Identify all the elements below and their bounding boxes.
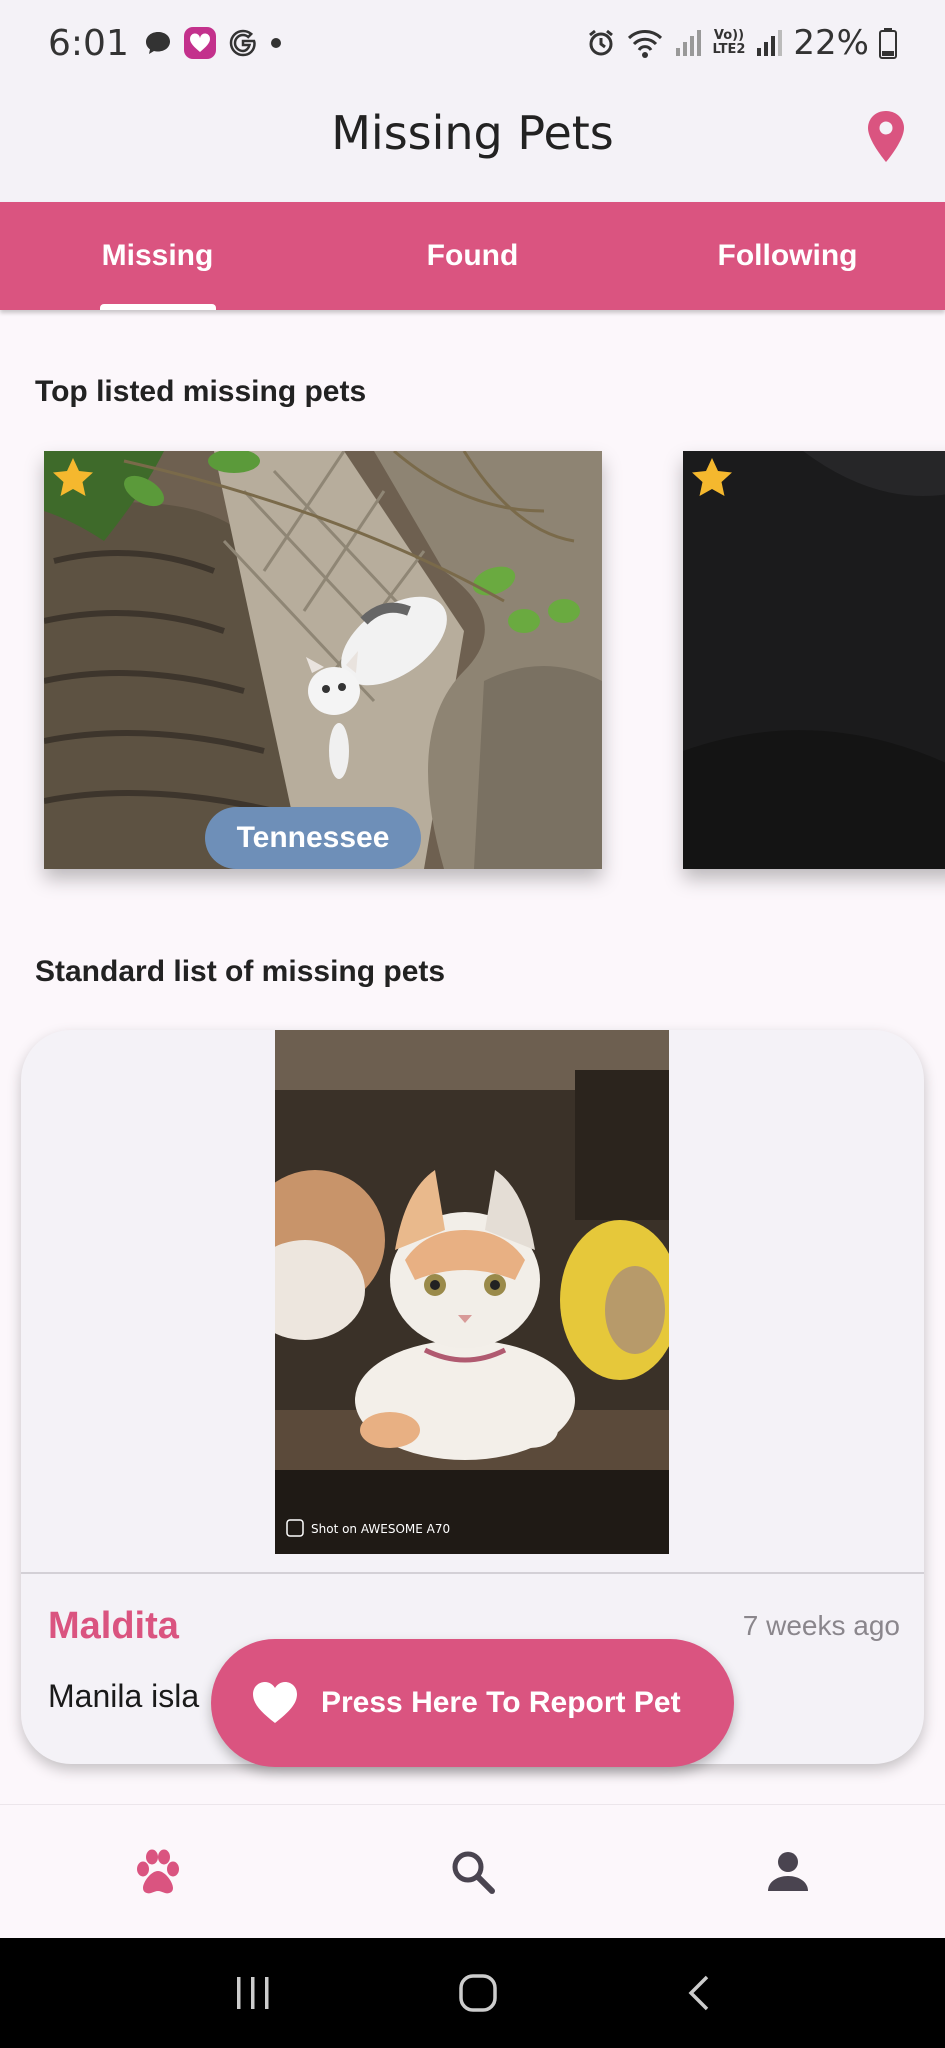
profile-icon <box>767 1851 808 1891</box>
page-title: Missing Pets <box>331 106 614 160</box>
tab-bar: Missing Found Following <box>0 202 945 310</box>
report-pet-label: Press Here To Report Pet <box>321 1686 681 1719</box>
dot-icon <box>270 38 281 48</box>
top-listed-heading: Top listed missing pets <box>35 375 367 408</box>
nav-search[interactable] <box>315 1805 630 1938</box>
search-icon <box>452 1851 495 1894</box>
top-pet-card[interactable]: Tennessee <box>44 451 602 869</box>
report-pet-button[interactable]: Press Here To Report Pet <box>211 1639 734 1767</box>
status-time: 6:01 <box>48 22 129 64</box>
tab-found[interactable]: Found <box>315 202 630 310</box>
home-icon[interactable] <box>458 1973 498 2013</box>
recent-apps-icon[interactable] <box>233 1975 273 2011</box>
alarm-icon <box>589 29 614 56</box>
signal-icon <box>676 30 702 56</box>
paw-icon <box>136 1849 179 1893</box>
location-chip: Tennessee <box>205 807 421 869</box>
pet-photo: Shot on AWESOME A70 <box>275 1030 669 1554</box>
pet-photo-image: Shot on AWESOME A70 <box>275 1030 669 1554</box>
lazada-icon <box>183 27 216 59</box>
signal-icon <box>757 30 783 56</box>
chat-icon <box>145 32 170 54</box>
battery-icon <box>879 28 897 59</box>
app-bar: Missing Pets <box>0 86 945 202</box>
photo-watermark: Shot on AWESOME A70 <box>311 1522 450 1536</box>
pet-time-ago: 7 weeks ago <box>742 1610 900 1641</box>
pet-location: Manila isla <box>48 1678 200 1714</box>
nav-pets[interactable] <box>0 1805 315 1938</box>
tab-following[interactable]: Following <box>630 202 945 310</box>
status-left-icons <box>143 26 283 60</box>
standard-list-heading: Standard list of missing pets <box>35 955 446 988</box>
location-pin-icon <box>868 111 904 162</box>
tab-missing[interactable]: Missing <box>0 202 315 310</box>
nav-profile[interactable] <box>630 1805 945 1938</box>
star-icon <box>692 458 732 496</box>
back-icon[interactable] <box>683 1973 713 2013</box>
status-bar: 6:01 Vo)) LTE2 22% <box>0 0 945 86</box>
heart-icon <box>253 1682 297 1723</box>
system-nav-bar <box>0 1938 945 2048</box>
battery-percent: 22% <box>793 23 869 63</box>
google-icon <box>229 29 256 57</box>
network-label: LTE2 <box>712 42 746 57</box>
star-icon <box>53 458 93 496</box>
pet-photo <box>683 451 945 869</box>
pet-name: Maldita <box>48 1605 179 1647</box>
top-pet-card[interactable] <box>683 451 945 869</box>
bottom-nav <box>0 1804 945 1938</box>
volte-icon: Vo)) LTE2 <box>712 28 746 57</box>
card-divider <box>21 1572 924 1574</box>
status-right-icons: Vo)) LTE2 22% <box>586 23 897 63</box>
location-pin-button[interactable] <box>861 108 911 168</box>
wifi-icon <box>628 30 663 58</box>
